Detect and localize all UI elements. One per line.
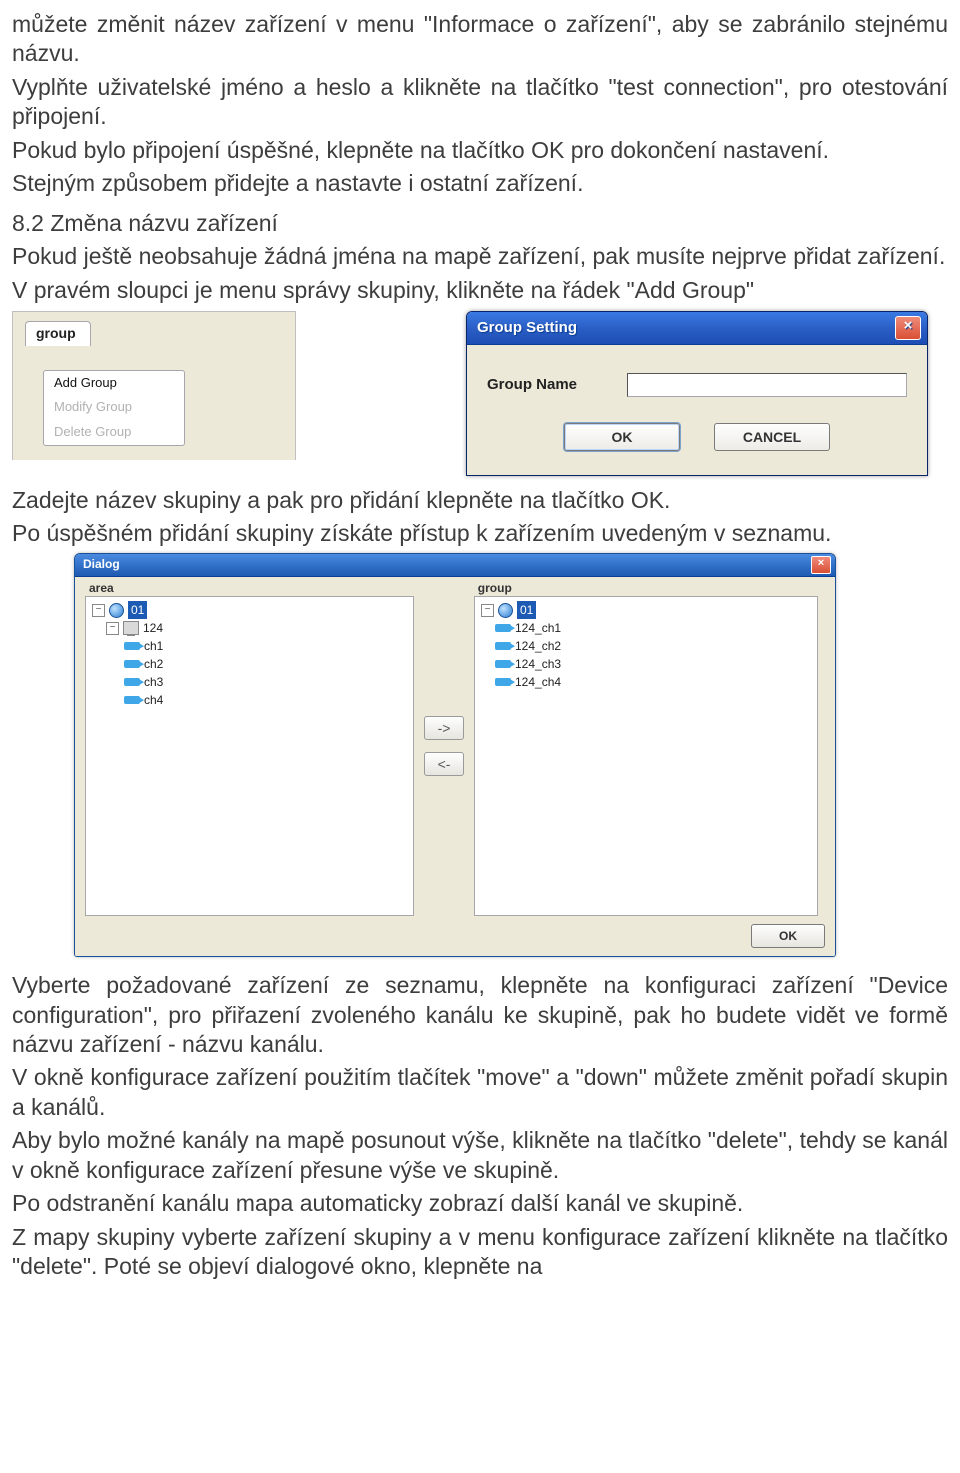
ok-button[interactable]: OK bbox=[564, 423, 680, 451]
paragraph: Pokud bylo připojení úspěšné, klepněte n… bbox=[12, 136, 948, 165]
paragraph: Z mapy skupiny vyberte zařízení skupiny … bbox=[12, 1223, 948, 1282]
dialog-titlebar: Dialog × bbox=[75, 554, 835, 577]
server-icon bbox=[123, 621, 139, 635]
dialog-title: Group Setting bbox=[477, 318, 577, 337]
channel-node[interactable]: 124_ch1 bbox=[515, 619, 561, 637]
menu-item-delete-group: Delete Group bbox=[44, 420, 184, 445]
group-label: group bbox=[474, 581, 512, 596]
camera-icon bbox=[124, 696, 140, 704]
camera-icon bbox=[495, 642, 511, 650]
dialog-titlebar: Group Setting × bbox=[467, 312, 927, 345]
move-left-button[interactable]: <- bbox=[424, 752, 464, 776]
menu-item-modify-group: Modify Group bbox=[44, 395, 184, 420]
camera-icon bbox=[495, 660, 511, 668]
paragraph: Po úspěšném přidání skupiny získáte přís… bbox=[12, 519, 948, 548]
paragraph: Pokud ještě neobsahuje žádná jména na ma… bbox=[12, 242, 948, 271]
channel-node[interactable]: 124_ch2 bbox=[515, 637, 561, 655]
camera-icon bbox=[124, 678, 140, 686]
channel-node[interactable]: ch2 bbox=[144, 655, 163, 673]
channel-node[interactable]: ch1 bbox=[144, 637, 163, 655]
menu-item-add-group[interactable]: Add Group bbox=[44, 371, 184, 396]
area-tree[interactable]: − 01 − 124 ch1 ch2 ch3 ch4 bbox=[85, 596, 414, 916]
close-icon[interactable]: × bbox=[895, 316, 921, 340]
ok-button[interactable]: OK bbox=[751, 924, 825, 948]
paragraph: V pravém sloupci je menu správy skupiny,… bbox=[12, 276, 948, 305]
globe-icon bbox=[498, 603, 513, 618]
collapse-icon[interactable]: − bbox=[106, 622, 119, 635]
dialog-body: Group Name OK CANCEL bbox=[467, 345, 927, 475]
close-icon[interactable]: × bbox=[811, 556, 831, 574]
paragraph: Zadejte název skupiny a pak pro přidání … bbox=[12, 486, 948, 515]
channel-node[interactable]: 124_ch3 bbox=[515, 655, 561, 673]
move-right-button[interactable]: -> bbox=[424, 716, 464, 740]
area-label: area bbox=[85, 581, 474, 596]
cancel-button[interactable]: CANCEL bbox=[714, 423, 830, 451]
figure-group-setting: group Add Group Modify Group Delete Grou… bbox=[12, 311, 948, 476]
group-tab[interactable]: group bbox=[25, 321, 91, 346]
collapse-icon[interactable]: − bbox=[481, 604, 494, 617]
dialog-window: Dialog × area group − 01 − 124 ch1 bbox=[74, 553, 836, 957]
group-name-label: Group Name bbox=[487, 375, 627, 394]
paragraph: můžete změnit název zařízení v menu "Inf… bbox=[12, 10, 948, 69]
group-name-input[interactable] bbox=[627, 373, 907, 397]
globe-icon bbox=[109, 603, 124, 618]
group-tree[interactable]: − 01 124_ch1 124_ch2 124_ch3 124_ch4 bbox=[474, 596, 818, 916]
camera-icon bbox=[124, 660, 140, 668]
paragraph: Aby bylo možné kanály na mapě posunout v… bbox=[12, 1126, 948, 1185]
collapse-icon[interactable]: − bbox=[92, 604, 105, 617]
area-root-node[interactable]: 01 bbox=[128, 601, 147, 619]
group-panel: group Add Group Modify Group Delete Grou… bbox=[12, 311, 296, 460]
section-title: 8.2 Změna názvu zařízení bbox=[12, 209, 948, 238]
paragraph: Stejným způsobem přidejte a nastavte i o… bbox=[12, 169, 948, 198]
paragraph: V okně konfigurace zařízení použitím tla… bbox=[12, 1063, 948, 1122]
paragraph: Vyberte požadované zařízení ze seznamu, … bbox=[12, 971, 948, 1059]
channel-node[interactable]: ch4 bbox=[144, 691, 163, 709]
dialog-title: Dialog bbox=[83, 557, 120, 572]
channel-node[interactable]: ch3 bbox=[144, 673, 163, 691]
camera-icon bbox=[124, 642, 140, 650]
channel-node[interactable]: 124_ch4 bbox=[515, 673, 561, 691]
camera-icon bbox=[495, 678, 511, 686]
camera-icon bbox=[495, 624, 511, 632]
group-setting-dialog: Group Setting × Group Name OK CANCEL bbox=[466, 311, 928, 476]
group-root-node[interactable]: 01 bbox=[517, 601, 536, 619]
group-context-menu: Add Group Modify Group Delete Group bbox=[43, 370, 185, 446]
device-node[interactable]: 124 bbox=[143, 619, 163, 637]
paragraph: Po odstranění kanálu mapa automaticky zo… bbox=[12, 1189, 948, 1218]
paragraph: Vyplňte uživatelské jméno a heslo a klik… bbox=[12, 73, 948, 132]
